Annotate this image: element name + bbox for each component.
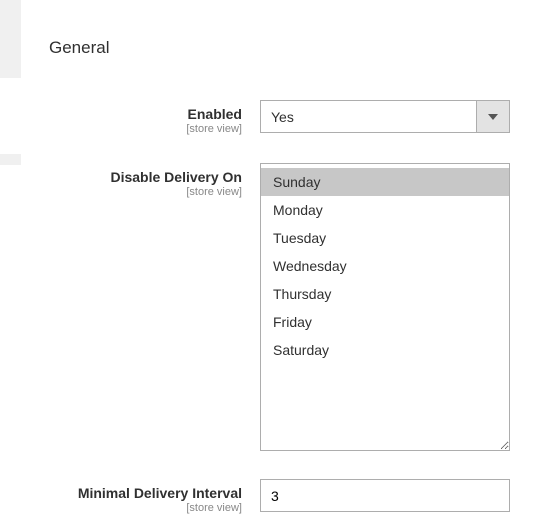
enabled-select[interactable]: Yes — [260, 100, 510, 133]
field-label-wrap: Minimal Delivery Interval [store view] — [0, 479, 260, 514]
multiselect-option[interactable]: Monday — [261, 196, 509, 224]
field-control: Yes — [260, 100, 547, 133]
field-disable-delivery: Disable Delivery On [store view] SundayM… — [0, 163, 547, 451]
field-label-wrap: Disable Delivery On [store view] — [0, 163, 260, 198]
multiselect-option[interactable]: Tuesday — [261, 224, 509, 252]
field-label: Minimal Delivery Interval — [0, 485, 242, 501]
field-label: Disable Delivery On — [0, 169, 242, 185]
field-label: Enabled — [0, 106, 242, 122]
general-form: Enabled [store view] Yes Disable Deliver… — [0, 100, 547, 514]
section-title: General — [49, 38, 109, 58]
field-scope: [store view] — [0, 502, 242, 514]
min-interval-input[interactable] — [260, 479, 510, 512]
multiselect-option[interactable]: Saturday — [261, 336, 509, 364]
field-scope: [store view] — [0, 123, 242, 135]
field-min-interval: Minimal Delivery Interval [store view] — [0, 479, 547, 514]
select-value: Yes — [261, 109, 476, 125]
disable-delivery-multiselect[interactable]: SundayMondayTuesdayWednesdayThursdayFrid… — [260, 163, 510, 451]
chevron-down-icon — [476, 101, 509, 132]
multiselect-option[interactable]: Wednesday — [261, 252, 509, 280]
field-label-wrap: Enabled [store view] — [0, 100, 260, 135]
multiselect-option[interactable]: Sunday — [261, 168, 509, 196]
field-enabled: Enabled [store view] Yes — [0, 100, 547, 135]
multiselect-option[interactable]: Friday — [261, 308, 509, 336]
field-scope: [store view] — [0, 186, 242, 198]
gutter-block — [0, 0, 21, 78]
multiselect-option[interactable]: Thursday — [261, 280, 509, 308]
field-control: SundayMondayTuesdayWednesdayThursdayFrid… — [260, 163, 547, 451]
field-control — [260, 479, 547, 512]
